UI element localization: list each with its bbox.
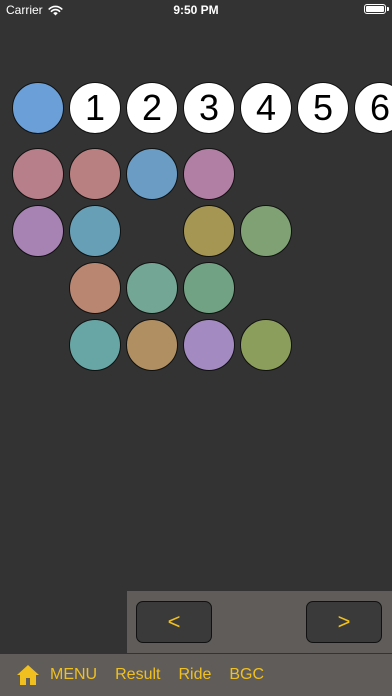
- number-circle[interactable]: 6: [354, 82, 392, 134]
- color-circle[interactable]: [126, 319, 178, 371]
- color-circle[interactable]: [183, 262, 235, 314]
- number-circle[interactable]: 3: [183, 82, 235, 134]
- menu-button[interactable]: MENU: [50, 666, 97, 684]
- color-circle[interactable]: [240, 205, 292, 257]
- selected-color-circle[interactable]: [12, 82, 64, 134]
- prev-button[interactable]: <: [136, 601, 212, 643]
- ride-button[interactable]: Ride: [178, 666, 211, 684]
- color-circle[interactable]: [69, 319, 121, 371]
- number-circle[interactable]: 2: [126, 82, 178, 134]
- color-circle[interactable]: [126, 262, 178, 314]
- color-circle[interactable]: [240, 319, 292, 371]
- color-circle[interactable]: [12, 205, 64, 257]
- color-circle[interactable]: [69, 148, 121, 200]
- number-circle[interactable]: 5: [297, 82, 349, 134]
- color-circle[interactable]: [12, 148, 64, 200]
- color-circle[interactable]: [183, 319, 235, 371]
- color-circle[interactable]: [126, 148, 178, 200]
- number-circle[interactable]: 4: [240, 82, 292, 134]
- color-circle[interactable]: [183, 205, 235, 257]
- bgc-button[interactable]: BGC: [229, 666, 264, 684]
- game-board: 123456: [0, 0, 392, 590]
- nav-panel: < >: [127, 591, 392, 653]
- game-screen: Carrier 9:50 PM 123456 < > MENU Result R…: [0, 0, 392, 696]
- next-button[interactable]: >: [306, 601, 382, 643]
- bottom-toolbar: MENU Result Ride BGC: [0, 654, 392, 696]
- color-circle[interactable]: [69, 262, 121, 314]
- result-button[interactable]: Result: [115, 666, 160, 684]
- color-circle[interactable]: [69, 205, 121, 257]
- home-icon[interactable]: [16, 664, 40, 686]
- color-circle[interactable]: [183, 148, 235, 200]
- number-circle[interactable]: 1: [69, 82, 121, 134]
